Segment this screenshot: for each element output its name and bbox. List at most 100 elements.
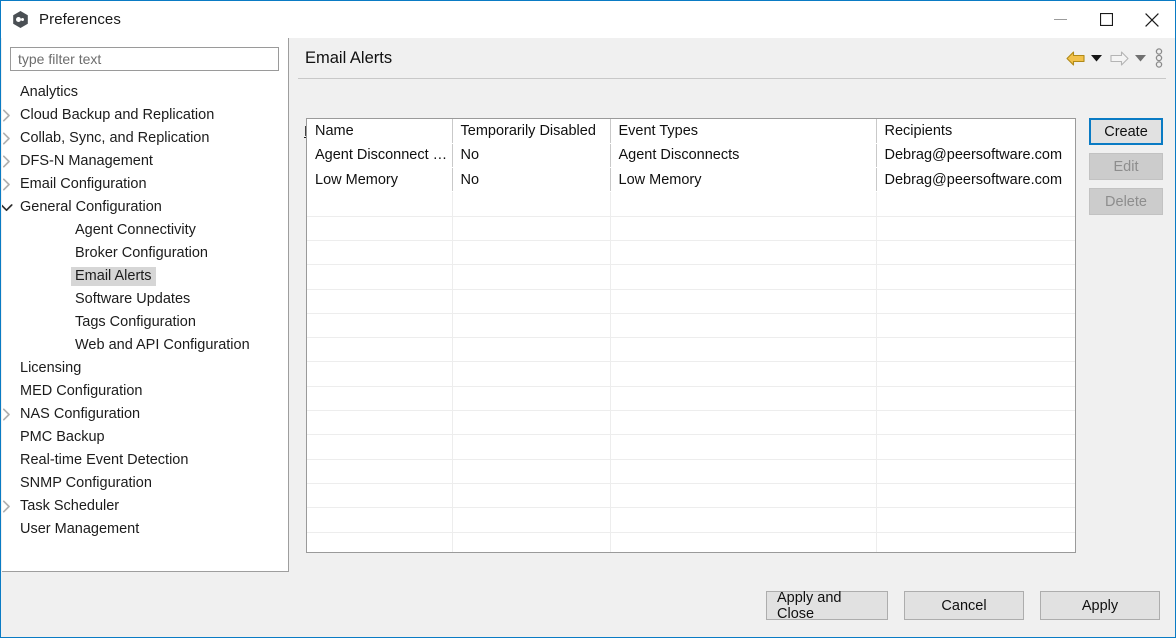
chevron-right-icon[interactable]: [2, 127, 16, 150]
table-row-empty[interactable]: [307, 459, 1075, 484]
sidebar-item-web-and-api-configuration[interactable]: Web and API Configuration: [2, 334, 288, 357]
cancel-button[interactable]: Cancel: [904, 591, 1024, 620]
sidebar-item-agent-connectivity[interactable]: Agent Connectivity: [2, 219, 288, 242]
table-row-empty[interactable]: [307, 386, 1075, 412]
table-cell-empty: [876, 264, 1075, 290]
table-row-empty[interactable]: [307, 361, 1075, 387]
table-cell-empty: [307, 264, 453, 290]
create-button[interactable]: Create: [1089, 118, 1163, 145]
sidebar-item-licensing[interactable]: Licensing: [2, 357, 288, 380]
table-cell-empty: [876, 410, 1075, 436]
table-row-empty[interactable]: [307, 532, 1075, 552]
sidebar-item-nas-configuration[interactable]: NAS Configuration: [2, 403, 288, 426]
apply-button[interactable]: Apply: [1040, 591, 1160, 620]
table-cell-empty: [876, 240, 1075, 266]
table-cell: Low Memory: [307, 167, 453, 193]
sidebar-item-task-scheduler[interactable]: Task Scheduler: [2, 495, 288, 518]
close-button[interactable]: [1129, 2, 1175, 38]
sidebar-item-real-time-event-detection[interactable]: Real-time Event Detection: [2, 449, 288, 472]
maximize-button[interactable]: [1083, 2, 1129, 38]
table-cell-empty: [452, 240, 611, 266]
column-header[interactable]: Name: [307, 119, 453, 144]
table-cell-empty: [610, 216, 877, 241]
table-row-empty[interactable]: [307, 289, 1075, 314]
back-arrow-icon[interactable]: [1063, 44, 1087, 72]
sidebar-item-label: NAS Configuration: [20, 406, 141, 422]
sidebar-item-label: DFS-N Management: [20, 153, 153, 169]
sidebar-item-general-configuration[interactable]: General Configuration: [2, 196, 288, 219]
chevron-right-icon[interactable]: [2, 403, 16, 426]
back-dropdown-chevron-down-icon[interactable]: [1087, 44, 1105, 72]
table-row[interactable]: Low Memory No Low Memory Debrag@peersoftwar…: [307, 167, 1075, 193]
chevron-down-icon[interactable]: [2, 196, 16, 219]
table-cell-empty: [876, 483, 1075, 509]
sidebar-item-label: Collab, Sync, and Replication: [20, 130, 210, 146]
table-row-empty[interactable]: [307, 507, 1075, 533]
sidebar-item-label: Tags Configuration: [75, 314, 196, 330]
sidebar-item-tags-configuration[interactable]: Tags Configuration: [2, 311, 288, 334]
table-cell-empty: [876, 459, 1075, 484]
sidebar-item-pmc-backup[interactable]: PMC Backup: [2, 426, 288, 449]
apply-and-close-button[interactable]: Apply and Close: [766, 590, 888, 622]
sidebar-item-label: Task Scheduler: [20, 498, 120, 514]
column-header[interactable]: Temporarily Disabled: [452, 119, 611, 144]
table-row-empty[interactable]: [307, 264, 1075, 290]
sidebar-item-collab-sync-and-replication[interactable]: Collab, Sync, and Replication: [2, 127, 288, 150]
page-title: Email Alerts: [305, 48, 393, 67]
sidebar-item-cloud-backup-and-replication[interactable]: Cloud Backup and Replication: [2, 104, 288, 127]
chevron-right-icon[interactable]: [2, 150, 16, 173]
table-row-empty[interactable]: [307, 313, 1075, 339]
filter-input[interactable]: [10, 47, 279, 71]
table-cell-empty: [876, 434, 1075, 460]
table-cell-empty: [452, 459, 611, 484]
sidebar-item-email-configuration[interactable]: Email Configuration: [2, 173, 288, 196]
twisty-placeholder: [51, 242, 71, 265]
sidebar-item-user-management[interactable]: User Management: [2, 518, 288, 541]
table-row-empty[interactable]: [307, 240, 1075, 266]
title-bar: Preferences: [1, 1, 1175, 38]
sidebar-item-email-alerts[interactable]: Email Alerts: [2, 265, 288, 288]
table-row-empty[interactable]: [307, 410, 1075, 436]
sidebar-item-software-updates[interactable]: Software Updates: [2, 288, 288, 311]
table-row-empty[interactable]: [307, 483, 1075, 509]
chevron-right-icon[interactable]: [2, 104, 16, 127]
table-cell-empty: [452, 216, 611, 241]
chevron-right-icon[interactable]: [2, 495, 16, 518]
table-cell-empty: [307, 483, 453, 509]
table-row-empty[interactable]: [307, 337, 1075, 363]
table-cell-empty: [610, 434, 877, 460]
twisty-placeholder: [2, 380, 16, 403]
table-cell-empty: [610, 361, 877, 387]
minimize-button[interactable]: [1037, 2, 1083, 38]
edit-button[interactable]: Edit: [1089, 153, 1163, 180]
sidebar-item-dfs-n-management[interactable]: DFS-N Management: [2, 150, 288, 173]
chevron-right-icon[interactable]: [2, 173, 16, 196]
column-header[interactable]: Event Types: [610, 119, 877, 144]
forward-arrow-icon[interactable]: [1107, 44, 1131, 72]
table-row[interactable]: Agent Disconnect … No Agent Disconnects Deb…: [307, 143, 1075, 169]
forward-dropdown-chevron-down-icon[interactable]: [1131, 44, 1149, 72]
table-row-empty[interactable]: [307, 216, 1075, 241]
table-cell-empty: [610, 191, 877, 217]
table-row-empty[interactable]: [307, 434, 1075, 460]
sidebar-item-snmp-configuration[interactable]: SNMP Configuration: [2, 472, 288, 495]
sidebar-item-med-configuration[interactable]: MED Configuration: [2, 380, 288, 403]
table-cell-empty: [610, 483, 877, 509]
delete-button[interactable]: Delete: [1089, 188, 1163, 215]
sidebar-item-analytics[interactable]: Analytics: [2, 81, 288, 104]
table-cell-empty: [876, 313, 1075, 339]
sidebar-item-broker-configuration[interactable]: Broker Configuration: [2, 242, 288, 265]
sidebar-item-label: MED Configuration: [20, 383, 143, 399]
twisty-placeholder: [2, 472, 16, 495]
preferences-window: Preferences Analytics Cloud Backup and Re…: [0, 0, 1176, 638]
vertical-dots-icon[interactable]: [1149, 44, 1169, 72]
sidebar-item-label: Licensing: [20, 360, 82, 376]
table-cell: Debrag@peersoftware.com: [876, 143, 1075, 169]
table-cell-empty: [610, 289, 877, 314]
column-header[interactable]: Recipients: [876, 119, 1075, 144]
email-alerts-table: Name Temporarily Disabled Event Types Recip…: [307, 119, 1075, 552]
table-row-empty[interactable]: [307, 191, 1075, 217]
sidebar-item-label: Analytics: [20, 84, 79, 100]
twisty-placeholder: [51, 334, 71, 357]
table-cell-empty: [610, 264, 877, 290]
